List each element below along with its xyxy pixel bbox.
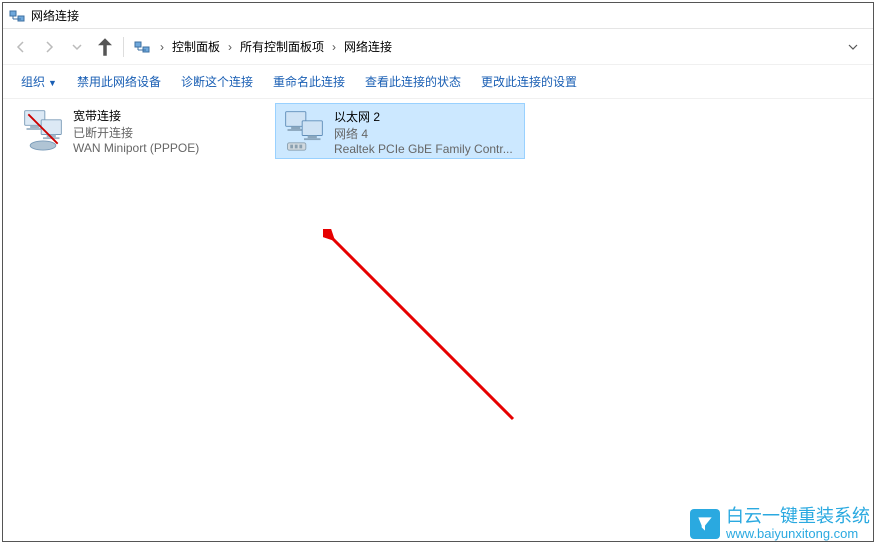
chevron-down-icon: ▼ — [48, 78, 57, 88]
diagnose-button[interactable]: 诊断这个连接 — [171, 69, 263, 94]
annotation-arrow — [323, 229, 543, 449]
connection-name: 以太网 2 — [334, 108, 524, 125]
organize-menu[interactable]: 组织▼ — [11, 69, 67, 94]
network-connections-window: 网络连接 › 控制面板 › 所有控制面板项 › 网络连接 — [2, 2, 874, 542]
watermark-icon — [690, 509, 720, 539]
chevron-right-icon[interactable]: › — [224, 40, 236, 54]
connection-device: Realtek PCIe GbE Family Contr... — [334, 142, 524, 156]
navigation-bar: › 控制面板 › 所有控制面板项 › 网络连接 — [3, 29, 873, 65]
up-button[interactable] — [91, 33, 119, 61]
content-area[interactable]: 宽带连接 已断开连接 WAN Miniport (PPPOE) — [3, 99, 873, 541]
breadcrumb-item-all-items[interactable]: 所有控制面板项 — [236, 36, 328, 57]
address-dropdown[interactable] — [843, 41, 863, 53]
breadcrumb: › 控制面板 › 所有控制面板项 › 网络连接 — [156, 36, 396, 57]
connection-status: 网络 4 — [334, 125, 524, 142]
titlebar: 网络连接 — [3, 3, 873, 29]
connection-item-broadband[interactable]: 宽带连接 已断开连接 WAN Miniport (PPPOE) — [15, 103, 265, 159]
separator — [123, 37, 124, 57]
breadcrumb-item-control-panel[interactable]: 控制面板 — [168, 36, 224, 57]
view-status-button[interactable]: 查看此连接的状态 — [355, 69, 471, 94]
watermark-url: www.baiyunxitong.com — [726, 527, 870, 541]
ethernet-icon — [280, 106, 328, 154]
disable-device-button[interactable]: 禁用此网络设备 — [67, 69, 171, 94]
watermark-text: 白云一键重装系统 — [726, 507, 870, 527]
forward-button[interactable] — [35, 33, 63, 61]
network-folder-icon — [134, 39, 150, 55]
connection-name: 宽带连接 — [73, 107, 265, 124]
connection-status: 已断开连接 — [73, 124, 265, 141]
recent-dropdown[interactable] — [63, 33, 91, 61]
command-toolbar: 组织▼ 禁用此网络设备 诊断这个连接 重命名此连接 查看此连接的状态 更改此连接… — [3, 65, 873, 99]
back-button[interactable] — [7, 33, 35, 61]
breadcrumb-item-network[interactable]: 网络连接 — [340, 36, 396, 57]
watermark: 白云一键重装系统 www.baiyunxitong.com — [690, 507, 870, 541]
chevron-right-icon[interactable]: › — [328, 40, 340, 54]
broadband-icon — [19, 105, 67, 153]
chevron-right-icon[interactable]: › — [156, 40, 168, 54]
connection-text: 以太网 2 网络 4 Realtek PCIe GbE Family Contr… — [334, 104, 524, 158]
address-bar[interactable]: › 控制面板 › 所有控制面板项 › 网络连接 — [134, 34, 863, 60]
connection-item-ethernet[interactable]: 以太网 2 网络 4 Realtek PCIe GbE Family Contr… — [275, 103, 525, 159]
change-settings-button[interactable]: 更改此连接的设置 — [471, 69, 587, 94]
network-icon — [9, 8, 25, 24]
connection-text: 宽带连接 已断开连接 WAN Miniport (PPPOE) — [73, 103, 265, 159]
window-title: 网络连接 — [31, 7, 79, 24]
connection-device: WAN Miniport (PPPOE) — [73, 141, 265, 155]
rename-button[interactable]: 重命名此连接 — [263, 69, 355, 94]
